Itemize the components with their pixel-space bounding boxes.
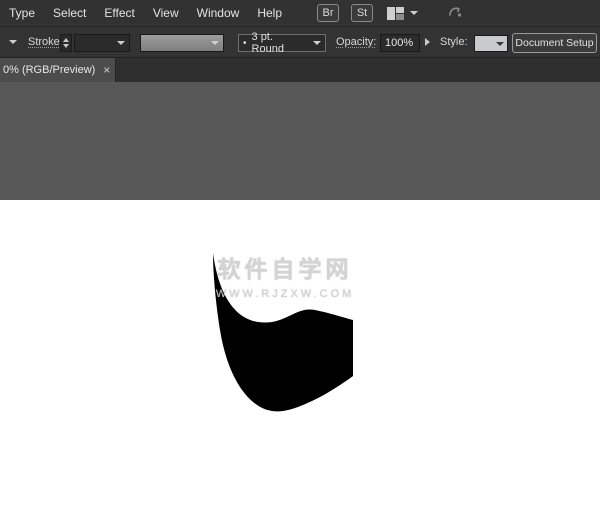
variable-width-profile-dropdown[interactable] bbox=[140, 34, 224, 52]
workspace-icon bbox=[387, 7, 404, 20]
chevron-down-icon bbox=[410, 11, 418, 15]
brush-definition-dropdown[interactable]: • 3 pt. Round bbox=[238, 34, 326, 52]
menu-select[interactable]: Select bbox=[44, 0, 95, 26]
stock-button[interactable]: St bbox=[351, 4, 373, 22]
control-bar: Stroke: • 3 pt. Round Opacity: 100% Styl… bbox=[0, 27, 600, 58]
brush-definition-label: 3 pt. Round bbox=[252, 31, 307, 55]
illustrator-window: Type Select Effect View Window Help Br S… bbox=[0, 0, 600, 506]
chevron-down-icon bbox=[313, 41, 321, 45]
share-icon[interactable] bbox=[448, 4, 462, 23]
workspace-switcher[interactable] bbox=[387, 7, 418, 20]
canvas-surround[interactable] bbox=[0, 82, 600, 200]
stepper-up-icon[interactable] bbox=[63, 38, 69, 42]
menu-bar: Type Select Effect View Window Help Br S… bbox=[0, 0, 600, 27]
stroke-weight-stepper[interactable] bbox=[60, 34, 72, 52]
document-tab-bar: 0% (RGB/Preview) × bbox=[0, 58, 600, 82]
document-tab[interactable]: 0% (RGB/Preview) × bbox=[0, 58, 116, 82]
stroke-weight-dropdown[interactable] bbox=[74, 34, 130, 52]
opacity-input[interactable]: 100% bbox=[380, 34, 420, 52]
drawn-shape[interactable] bbox=[200, 245, 370, 420]
pen-path-shape[interactable] bbox=[213, 253, 353, 411]
close-icon[interactable]: × bbox=[103, 64, 110, 76]
opacity-label[interactable]: Opacity: bbox=[336, 36, 376, 48]
document-tab-label: 0% (RGB/Preview) bbox=[3, 64, 95, 76]
brush-dot-icon: • bbox=[243, 38, 247, 49]
stepper-down-icon[interactable] bbox=[63, 44, 69, 48]
chevron-down-icon bbox=[211, 41, 219, 45]
style-label: Style: bbox=[440, 36, 468, 48]
menu-view[interactable]: View bbox=[144, 0, 188, 26]
fill-dropdown-chevron-icon[interactable] bbox=[9, 40, 17, 44]
menu-effect[interactable]: Effect bbox=[95, 0, 143, 26]
menu-help[interactable]: Help bbox=[248, 0, 291, 26]
chevron-down-icon bbox=[496, 42, 504, 46]
document-setup-button[interactable]: Document Setup bbox=[512, 33, 597, 53]
stroke-label[interactable]: Stroke: bbox=[28, 36, 63, 48]
menu-window[interactable]: Window bbox=[188, 0, 249, 26]
chevron-right-icon[interactable] bbox=[425, 38, 430, 46]
style-dropdown[interactable] bbox=[474, 35, 508, 52]
chevron-down-icon bbox=[117, 41, 125, 45]
bridge-button[interactable]: Br bbox=[317, 4, 339, 22]
menu-type[interactable]: Type bbox=[0, 0, 44, 26]
